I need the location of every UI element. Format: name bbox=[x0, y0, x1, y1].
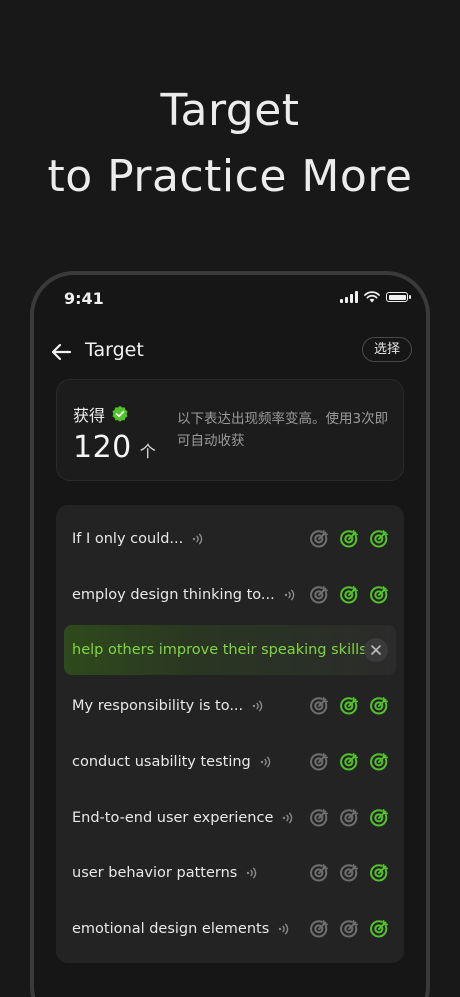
speaker-icon[interactable] bbox=[251, 699, 265, 713]
hero-line-2: to Practice More bbox=[47, 151, 413, 202]
phrase-text: If I only could... bbox=[72, 531, 184, 547]
speaker-icon[interactable] bbox=[245, 866, 259, 880]
back-arrow-icon[interactable] bbox=[48, 339, 74, 365]
close-icon bbox=[371, 645, 381, 656]
reward-label: 获得 bbox=[73, 406, 106, 425]
reward-number: 120 bbox=[73, 430, 132, 465]
target-pending-icon bbox=[310, 808, 328, 826]
target-pending-icon bbox=[310, 697, 328, 715]
phrase-text-group: employ design thinking to... bbox=[72, 587, 297, 603]
speaker-icon[interactable] bbox=[191, 532, 205, 546]
phrase-text-group: If I only could... bbox=[72, 531, 205, 547]
target-done-icon bbox=[370, 919, 388, 938]
target-progress bbox=[308, 751, 390, 773]
phrase-text: help others improve their speaking skill… bbox=[72, 642, 367, 659]
phrase-row[interactable]: emotional design elements bbox=[56, 903, 404, 955]
target-progress bbox=[308, 862, 390, 884]
phrase-text: End-to-end user experience bbox=[72, 809, 274, 826]
target-done-icon bbox=[370, 697, 388, 715]
hero-title: Target to Practice More bbox=[0, 78, 460, 210]
target-done-icon bbox=[340, 697, 358, 715]
target-progress bbox=[308, 918, 390, 940]
phone-frame: 9:41 Target 选择 获得 120 个 以下表达出现频率变高。使用3次即… bbox=[30, 271, 430, 997]
target-pending-icon bbox=[310, 752, 328, 771]
target-pending-icon bbox=[340, 919, 358, 938]
status-icons bbox=[340, 291, 411, 303]
phrase-text-group: emotional design elements bbox=[72, 921, 291, 937]
reward-label-group: 获得 bbox=[73, 402, 129, 426]
phrase-text-group: conduct usability testing bbox=[72, 754, 273, 770]
phrase-text: user behavior patterns bbox=[72, 865, 238, 882]
battery-icon bbox=[386, 292, 411, 302]
status-time: 9:41 bbox=[64, 289, 104, 308]
close-button[interactable] bbox=[364, 638, 388, 663]
target-done-icon bbox=[370, 530, 388, 548]
target-done-icon bbox=[370, 864, 388, 882]
speaker-icon[interactable] bbox=[259, 755, 273, 769]
phrase-text-group: help others improve their speaking skill… bbox=[72, 642, 367, 658]
reward-unit: 个 bbox=[139, 442, 156, 461]
phrase-text-group: End-to-end user experience bbox=[72, 810, 295, 826]
target-done-icon bbox=[370, 808, 388, 826]
target-done-icon bbox=[340, 585, 358, 604]
target-pending-icon bbox=[310, 585, 328, 604]
target-done-icon bbox=[340, 530, 358, 548]
phrase-text: emotional design elements bbox=[72, 920, 270, 937]
speaker-icon[interactable] bbox=[281, 811, 295, 825]
verified-badge-icon bbox=[112, 405, 128, 422]
phrase-row-highlighted[interactable]: help others improve their speaking skill… bbox=[64, 625, 396, 676]
wifi-icon bbox=[364, 291, 380, 303]
reward-count: 120 个 bbox=[73, 430, 156, 465]
phrase-text-group: My responsibility is to... bbox=[72, 698, 265, 714]
phrase-row[interactable]: conduct usability testing bbox=[56, 736, 404, 788]
target-done-icon bbox=[340, 752, 358, 771]
phrase-row[interactable]: My responsibility is to... bbox=[56, 680, 404, 732]
reward-card: 获得 120 个 以下表达出现频率变高。使用3次即可自动收获 bbox=[56, 379, 404, 481]
target-pending-icon bbox=[340, 808, 358, 826]
target-pending-icon bbox=[310, 919, 328, 938]
phrase-text: conduct usability testing bbox=[72, 753, 251, 770]
target-pending-icon bbox=[340, 864, 358, 882]
phrase-list: If I only could... employ design thinking… bbox=[56, 505, 404, 963]
signal-icon bbox=[340, 291, 358, 303]
status-bar: 9:41 bbox=[34, 289, 426, 311]
reward-description: 以下表达出现频率变高。使用3次即可自动收获 bbox=[177, 411, 389, 449]
target-pending-icon bbox=[310, 530, 328, 548]
target-progress bbox=[308, 695, 390, 717]
target-pending-icon bbox=[310, 864, 328, 882]
target-done-icon bbox=[370, 752, 388, 771]
target-done-icon bbox=[370, 585, 388, 604]
phrase-row[interactable]: If I only could... bbox=[56, 513, 404, 565]
hero-line-1: Target bbox=[160, 85, 300, 136]
select-button[interactable]: 选择 bbox=[362, 337, 412, 362]
phrase-row[interactable]: employ design thinking to... bbox=[56, 569, 404, 621]
target-progress bbox=[308, 528, 390, 550]
phrase-text: employ design thinking to... bbox=[72, 586, 275, 603]
speaker-icon[interactable] bbox=[277, 922, 291, 936]
screenshot: Target to Practice More 9:41 Target 选择 获… bbox=[0, 0, 460, 997]
page-title: Target bbox=[85, 339, 144, 361]
phrase-text: My responsibility is to... bbox=[72, 698, 244, 715]
nav-bar: Target 选择 bbox=[34, 337, 426, 367]
target-progress bbox=[308, 807, 390, 829]
speaker-icon[interactable] bbox=[283, 588, 297, 602]
target-progress bbox=[308, 584, 390, 606]
phrase-row[interactable]: user behavior patterns bbox=[56, 847, 404, 899]
phrase-row[interactable]: End-to-end user experience bbox=[56, 792, 404, 844]
phrase-text-group: user behavior patterns bbox=[72, 865, 259, 881]
